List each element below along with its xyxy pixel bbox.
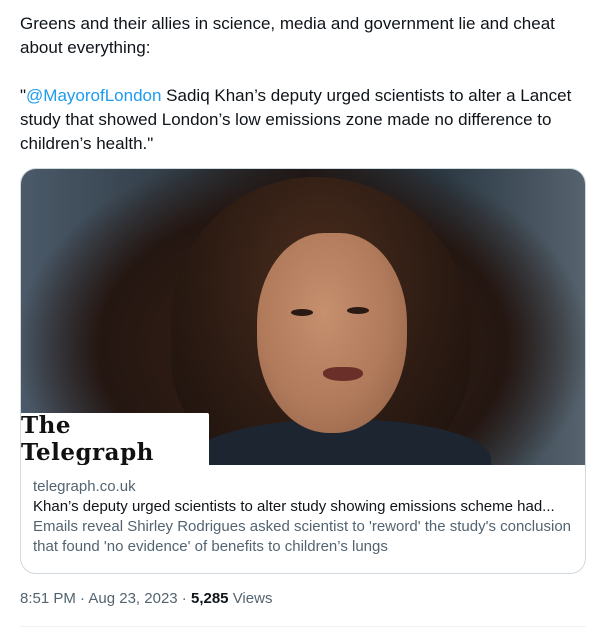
telegraph-logo-text: The Telegraph: [21, 412, 154, 465]
tweet-paragraph-2: "@MayorofLondon Sadiq Khan’s deputy urge…: [20, 84, 590, 156]
card-title[interactable]: Khan’s deputy urged scientists to alter …: [33, 497, 573, 517]
tweet-time[interactable]: 8:51 PM: [20, 590, 76, 607]
mention-link[interactable]: @MayorofLondon: [26, 86, 161, 105]
tweet-meta: 8:51 PM · Aug 23, 2023 · 5,285 Views: [20, 589, 272, 609]
telegraph-logo: The Telegraph: [21, 412, 209, 465]
card-description: Emails reveal Shirley Rodrigues asked sc…: [33, 518, 572, 555]
card-body: telegraph.co.uk Khan’s deputy urged scie…: [21, 465, 585, 557]
link-preview-card[interactable]: The Telegraph telegraph.co.uk Khan’s dep…: [20, 168, 586, 574]
divider: [20, 626, 586, 627]
tweet-text: Greens and their allies in science, medi…: [20, 12, 590, 156]
image-eye-left: [291, 309, 313, 316]
image-face-shape: [257, 233, 407, 433]
views-label: Views: [232, 590, 273, 607]
tweet: Greens and their allies in science, medi…: [0, 0, 603, 633]
card-domain: telegraph.co.uk: [33, 478, 136, 495]
tweet-date[interactable]: Aug 23, 2023: [88, 590, 177, 607]
image-mouth-shape: [323, 367, 363, 381]
meta-separator-1: ·: [75, 590, 89, 607]
views-count: 5,285: [190, 590, 229, 607]
card-image[interactable]: The Telegraph: [21, 169, 585, 465]
image-eye-right: [347, 307, 369, 314]
meta-separator-2: ·: [177, 590, 191, 607]
tweet-paragraph-1: Greens and their allies in science, medi…: [20, 14, 555, 57]
